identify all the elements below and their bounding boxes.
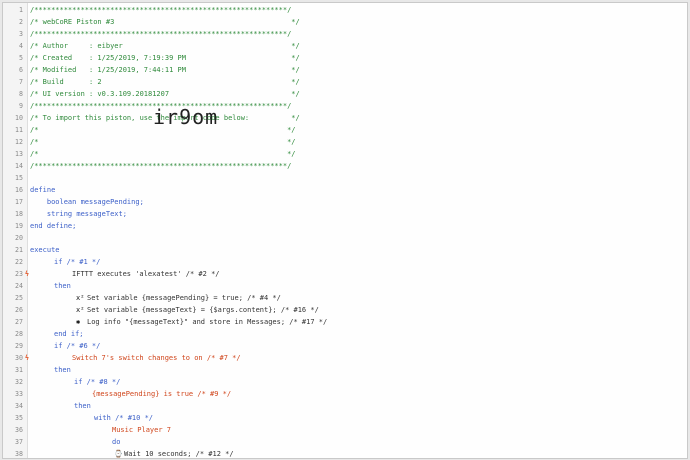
- set-variable-icon: x²: [76, 294, 85, 302]
- code-line-8: 8/* UI version : v0.3.109.20181207 */: [19, 90, 300, 98]
- code-line-6: 6/* Modified : 1/25/2019, 7:44:11 PM */: [19, 66, 300, 74]
- clock-icon: ⌚: [114, 450, 123, 458]
- code-line-38[interactable]: 38 ⌚ Wait 10 seconds; /* #12 */: [3, 448, 687, 460]
- code-line-29[interactable]: 29 if /* #6 */: [3, 340, 687, 352]
- code-line-36[interactable]: 36 Music Player 7: [3, 424, 687, 436]
- code-line-18: 18 string messageText;: [15, 210, 127, 218]
- code-line-33[interactable]: 33 {messagePending} is true /* #9 */: [3, 388, 687, 400]
- code-line-16: 16 define: [15, 186, 56, 194]
- code-line-37: 37 do: [15, 438, 121, 446]
- code-line-5: 5/* Created : 1/25/2019, 7:19:39 PM */: [19, 54, 300, 62]
- set-variable-icon: x²: [76, 306, 85, 314]
- code-line-24: 24 then: [15, 282, 71, 290]
- code-line-14: 14/*************************************…: [15, 162, 292, 170]
- code-line-17: 17 boolean messagePending;: [15, 198, 144, 206]
- code-line-30[interactable]: 30 ϟ Switch 7's switch changes to on /* #7…: [3, 352, 687, 364]
- code-line-21: 21 execute: [15, 246, 60, 254]
- code-line-25[interactable]: 25 x² Set variable {messagePending} = true…: [3, 292, 687, 304]
- code-line-11: 11/* */: [15, 126, 296, 134]
- trigger-marker-icon: ϟ: [24, 270, 30, 278]
- code-line-35[interactable]: 35 with /* #10 */: [3, 412, 687, 424]
- log-bug-icon: ✱: [76, 318, 81, 326]
- code-line-2: 2/* webCoRE Piston #3 */: [19, 18, 300, 26]
- code-line-13: 13/* */: [15, 150, 296, 158]
- code-line-27[interactable]: 27 ✱ Log info "{messageText}" and store in…: [3, 316, 687, 328]
- code-line-34: 34 then: [15, 402, 91, 410]
- piston-code-view: 1/**************************************…: [2, 2, 688, 459]
- code-line-12: 12/* */: [15, 138, 296, 146]
- code-line-4: 4/* Author : eibyer */: [19, 42, 300, 50]
- code-line-20: 20: [15, 234, 23, 242]
- import-code[interactable]: ir9om: [153, 107, 218, 127]
- code-line-9: 9/**************************************…: [19, 102, 292, 110]
- code-line-3: 3/**************************************…: [19, 30, 292, 38]
- code-line-28: 28 end if;: [15, 330, 84, 338]
- code-line-23[interactable]: 23 ϟ IFTTT executes 'alexatest' /* #2 */: [3, 268, 687, 280]
- code-line-26[interactable]: 26 x² Set variable {messageText} = {$args.…: [3, 304, 687, 316]
- trigger-marker-icon: ϟ: [24, 354, 30, 362]
- code-line-7: 7/* Build : 2 */: [19, 78, 300, 86]
- code-line-22[interactable]: 22 if /* #1 */: [3, 256, 687, 268]
- code-line-32[interactable]: 32 if /* #8 */: [3, 376, 687, 388]
- code-line-15: 15: [15, 174, 23, 182]
- code-line-19: 19 end define;: [15, 222, 77, 230]
- code-line-31: 31 then: [15, 366, 71, 374]
- code-line-1: 1/**************************************…: [19, 6, 292, 14]
- code-line-10: 10/* To import this piston, use the impo…: [15, 114, 300, 122]
